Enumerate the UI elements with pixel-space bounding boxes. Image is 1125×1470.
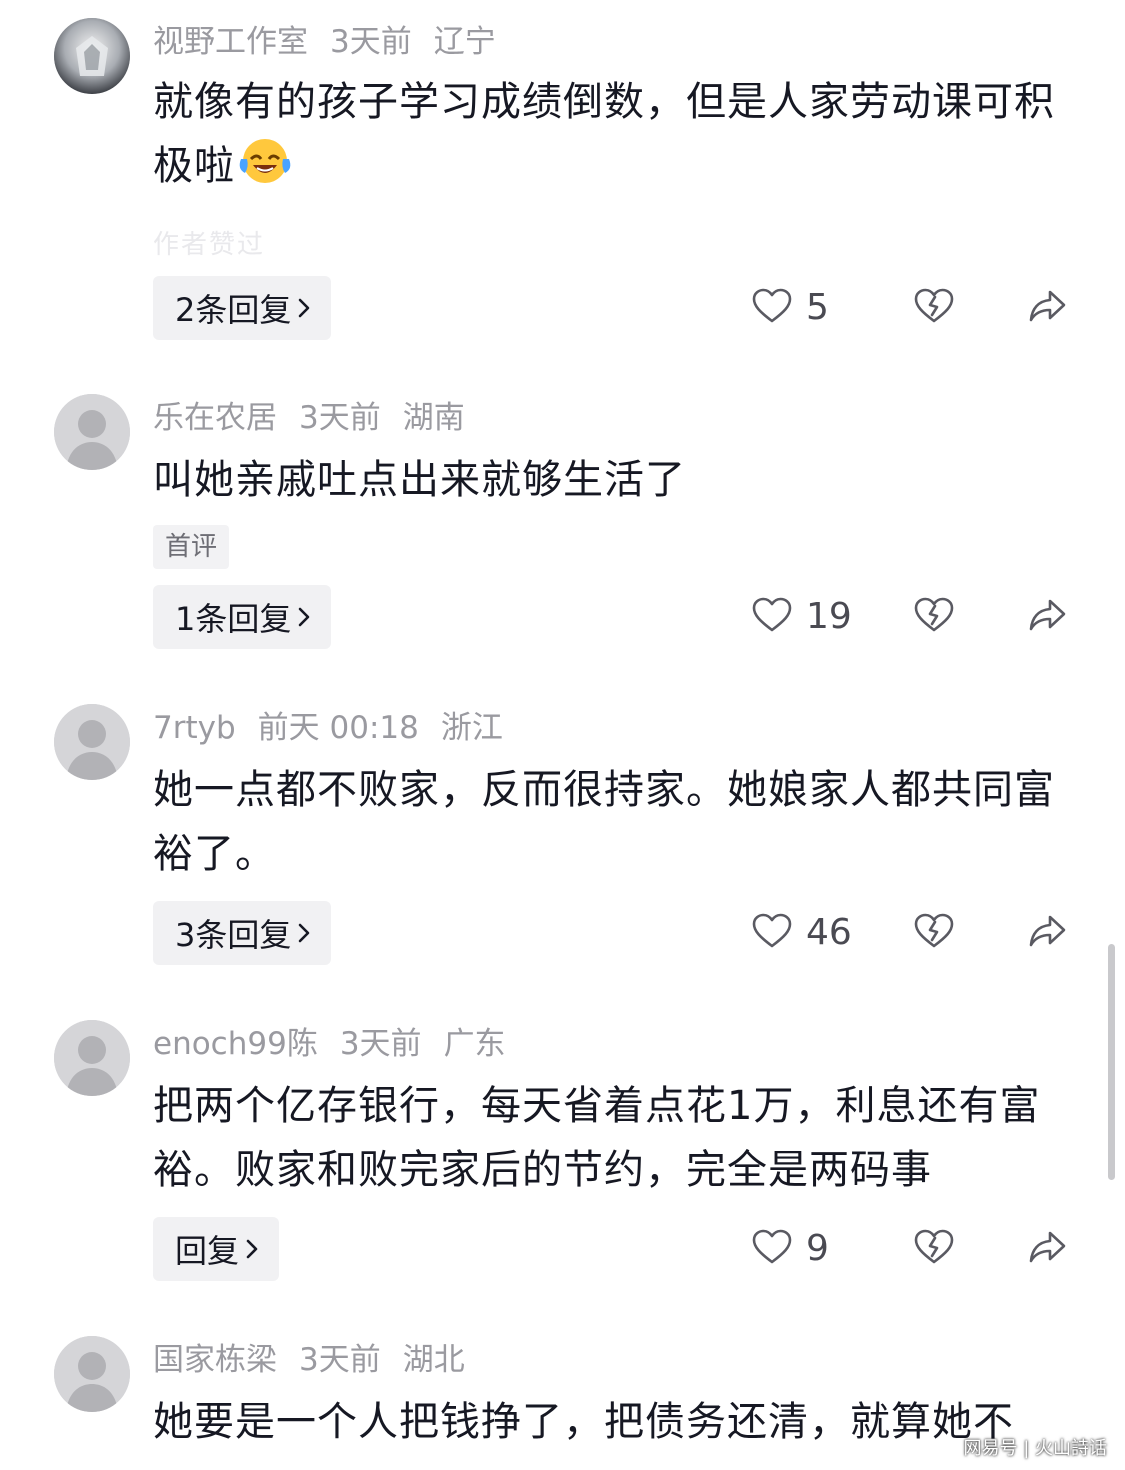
comment-text: 把两个亿存银行，每天省着点花1万，利息还有富裕。败家和败完家后的节约，完全是两码…: [153, 1074, 1083, 1202]
like-count: 19: [806, 596, 852, 637]
broken-heart-icon: [914, 288, 954, 328]
comment-actions: 5: [752, 276, 1072, 340]
like-count: 5: [806, 287, 829, 328]
chevron-right-icon: [297, 276, 311, 340]
comment-location: 湖南: [402, 400, 465, 436]
comment-location: 浙江: [440, 710, 503, 746]
comment-text: 她要是一个人把钱挣了，把债务还清，就算她不: [153, 1390, 1083, 1470]
broken-heart-icon: [914, 1229, 954, 1269]
laughing-crying-emoji-icon: [237, 135, 293, 204]
comment-text: 她一点都不败家，反而很持家。她娘家人都共同富裕了。: [153, 758, 1083, 886]
comment-location: 广东: [443, 1026, 506, 1062]
avatar[interactable]: [54, 18, 130, 94]
comment-actions: 9: [752, 1217, 1072, 1281]
heart-outline-icon: [752, 597, 792, 637]
comment-text-content: 她要是一个人把钱挣了，把债务还清，就算她不: [153, 1399, 1014, 1445]
chevron-right-icon: [297, 901, 311, 965]
share-arrow-icon: [1028, 915, 1068, 953]
comment-text: 就像有的孩子学习成绩倒数，但是人家劳动课可积极啦: [153, 70, 1083, 204]
dislike-button[interactable]: [914, 597, 954, 637]
heart-outline-icon: [752, 913, 792, 953]
username[interactable]: 视野工作室: [153, 24, 308, 60]
view-replies-button[interactable]: 2条回复: [153, 276, 332, 340]
comment-text-content: 把两个亿存银行，每天省着点花1万，利息还有富裕。败家和败完家后的节约，完全是两码…: [153, 1083, 1041, 1193]
comment-location: 湖北: [402, 1342, 465, 1378]
reply-label: 1条回复: [175, 600, 292, 638]
dislike-button[interactable]: [914, 288, 954, 328]
broken-heart-icon: [914, 597, 954, 637]
comment-text-content: 叫她亲戚吐点出来就够生活了: [153, 457, 686, 503]
share-button[interactable]: [1028, 597, 1068, 637]
view-replies-button[interactable]: 3条回复: [153, 901, 332, 965]
chevron-right-icon: [297, 585, 311, 649]
share-button[interactable]: [1028, 1229, 1068, 1269]
avatar[interactable]: [54, 704, 130, 780]
dislike-button[interactable]: [914, 913, 954, 953]
comment-actions: 19: [752, 585, 1072, 649]
view-replies-button[interactable]: 1条回复: [153, 585, 332, 649]
comment-time: 3天前: [299, 1342, 381, 1378]
comment-meta: 视野工作室 3天前 辽宁: [153, 22, 518, 62]
share-button[interactable]: [1028, 913, 1068, 953]
scrollbar[interactable]: [1108, 944, 1115, 1180]
comment-meta: enoch99陈 3天前 广东: [153, 1024, 528, 1064]
comment-time: 3天前: [299, 400, 381, 436]
like-button[interactable]: 19: [752, 595, 852, 639]
like-button[interactable]: 5: [752, 286, 829, 330]
first-comment-tag: 首评: [153, 525, 230, 569]
share-arrow-icon: [1028, 290, 1068, 328]
reply-label: 3条回复: [175, 916, 292, 954]
watermark: 网易号 | 火山詩话: [963, 1438, 1107, 1459]
like-count: 46: [806, 912, 852, 953]
reply-label: 回复: [175, 1232, 240, 1270]
heart-outline-icon: [752, 1229, 792, 1269]
username[interactable]: 国家栋梁: [153, 1342, 277, 1378]
avatar[interactable]: [54, 1020, 130, 1096]
broken-heart-icon: [914, 913, 954, 953]
comment-time: 3天前: [330, 24, 412, 60]
share-arrow-icon: [1028, 1231, 1068, 1269]
comment-meta: 乐在农居 3天前 湖南: [153, 398, 487, 438]
avatar[interactable]: [54, 1336, 130, 1412]
comment-meta: 7rtyb 前天 00:18 浙江: [153, 708, 525, 748]
username[interactable]: 乐在农居: [153, 400, 277, 436]
avatar[interactable]: [54, 394, 130, 470]
reply-label: 2条回复: [175, 291, 292, 329]
share-button[interactable]: [1028, 288, 1068, 328]
faded-author-liked-tag: 作者赞过: [153, 230, 266, 260]
comment-actions: 46: [752, 901, 1072, 965]
like-button[interactable]: 9: [752, 1227, 829, 1271]
like-button[interactable]: 46: [752, 911, 852, 955]
heart-outline-icon: [752, 288, 792, 328]
comment-time: 3天前: [339, 1026, 422, 1062]
like-count: 9: [806, 1228, 829, 1269]
comment-text-content: 她一点都不败家，反而很持家。她娘家人都共同富裕了。: [153, 767, 1055, 877]
comment-time: 前天 00:18: [257, 710, 419, 746]
dislike-button[interactable]: [914, 1229, 954, 1269]
comment-location: 辽宁: [433, 24, 496, 60]
chevron-right-icon: [245, 1217, 259, 1281]
username[interactable]: 7rtyb: [153, 710, 236, 746]
share-arrow-icon: [1028, 599, 1068, 637]
comment-text: 叫她亲戚吐点出来就够生活了: [153, 448, 1083, 512]
comment-meta: 国家栋梁 3天前 湖北: [153, 1340, 487, 1380]
username[interactable]: enoch99陈: [153, 1026, 318, 1062]
reply-button[interactable]: 回复: [153, 1217, 280, 1281]
